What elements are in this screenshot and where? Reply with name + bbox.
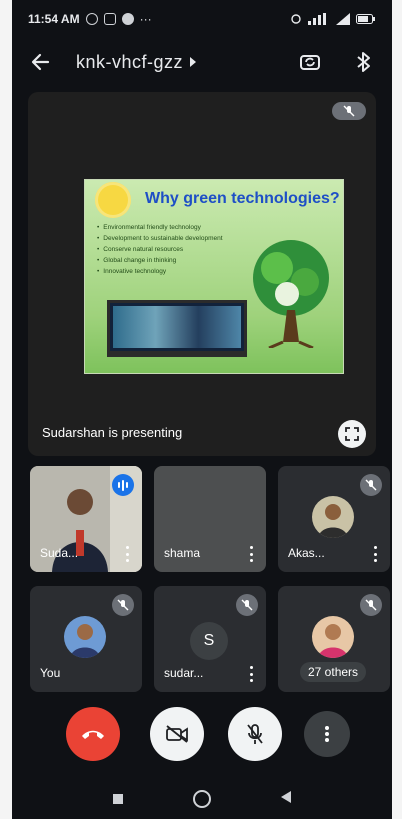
back-button[interactable] [26, 48, 54, 76]
system-nav-bar [12, 780, 392, 818]
more-options-button[interactable] [304, 711, 350, 757]
smiling-sun-icon [95, 182, 131, 218]
chevron-right-icon [190, 57, 197, 67]
mic-off-icon [365, 479, 377, 491]
slide-bullet: Global change in thinking [97, 257, 223, 264]
avatar [312, 616, 354, 658]
bluetooth-icon [357, 52, 370, 72]
participant-name: Suda... [40, 546, 79, 560]
participant-name: Akas... [288, 546, 325, 560]
slide-bullet: Conserve natural resources [97, 246, 223, 253]
clock: 11:54 AM [28, 12, 80, 26]
fullscreen-button[interactable] [338, 420, 366, 448]
slide-bullets: Environmental friendly technology Develo… [97, 224, 223, 279]
instagram-icon [103, 13, 116, 25]
mic-off-icon [247, 724, 263, 744]
participant-name: You [40, 666, 61, 680]
participant-name: shama [164, 546, 201, 560]
mic-off-badge [112, 594, 134, 616]
participant-tile[interactable]: shama [154, 466, 266, 572]
bluetooth-audio-button[interactable] [350, 48, 378, 76]
battery-icon [356, 14, 375, 24]
avatar [312, 496, 354, 538]
slide-bullet: Development to sustainable development [97, 235, 222, 242]
mic-toggle-button[interactable] [228, 707, 282, 761]
triangle-back-icon [281, 791, 291, 803]
participant-name: sudar... [164, 666, 204, 680]
sync-icon [85, 13, 98, 25]
participant-options-button[interactable] [248, 666, 254, 682]
alarm-icon [291, 14, 301, 24]
phone-hangup-icon [82, 730, 104, 739]
call-header: knk-vhcf-gzz [12, 40, 392, 84]
mic-off-icon [241, 599, 253, 611]
status-bar: 11:54 AM ··· [12, 0, 392, 38]
avatar [64, 616, 106, 658]
participant-tile[interactable]: Akas... [278, 466, 390, 572]
slide-title: Why green technologies? [145, 190, 340, 207]
participant-tile[interactable]: S sudar... [154, 586, 266, 692]
globe-tree-illustration [253, 240, 329, 348]
more-vertical-icon [325, 726, 329, 742]
mic-off-badge [360, 594, 382, 616]
arrow-left-icon [31, 53, 50, 71]
presenting-caption: Sudarshan is presenting [42, 425, 183, 440]
meeting-code: knk-vhcf-gzz [76, 51, 184, 72]
call-controls [12, 707, 392, 767]
recents-button[interactable] [113, 794, 123, 804]
presenter-mic-badge [332, 102, 366, 120]
others-tile[interactable]: 27 others [278, 586, 390, 692]
laptop-illustration [107, 300, 247, 357]
participant-options-button[interactable] [248, 546, 254, 562]
mic-off-icon [365, 599, 377, 611]
fullscreen-icon [345, 427, 359, 441]
camera-off-icon [166, 725, 188, 743]
mic-off-badge [360, 474, 382, 496]
camera-toggle-button[interactable] [150, 707, 204, 761]
home-button[interactable] [193, 790, 211, 808]
meeting-info-button[interactable]: knk-vhcf-gzz [76, 52, 197, 73]
meet-call-screen: 11:54 AM ··· knk-vhcf-gzz Why green tech… [12, 0, 392, 819]
mic-off-icon [117, 599, 129, 611]
participant-options-button[interactable] [372, 546, 378, 562]
signal-icon [308, 13, 326, 25]
switch-camera-button[interactable] [296, 48, 324, 76]
participant-tile[interactable]: Suda... [30, 466, 142, 572]
avatar-initial: S [190, 622, 228, 660]
mic-off-badge [236, 594, 258, 616]
participant-tile[interactable]: You [30, 586, 142, 692]
slide-bullet: Innovative technology [97, 268, 223, 275]
switch-camera-icon [300, 55, 320, 70]
others-count-badge: 27 others [300, 662, 367, 682]
presentation-stage[interactable]: Why green technologies? Environmental fr… [28, 92, 376, 456]
participant-options-button[interactable] [124, 546, 130, 562]
overflow-notifications: ··· [139, 12, 152, 26]
speaking-indicator [112, 474, 134, 496]
end-call-button[interactable] [66, 707, 120, 761]
slide-bullet: Environmental friendly technology [97, 224, 223, 231]
mic-off-icon [343, 105, 355, 117]
back-nav-button[interactable] [281, 790, 291, 808]
shared-slide: Why green technologies? Environmental fr… [84, 179, 344, 374]
wifi-signal-icon [336, 13, 350, 25]
app-notification-icon [121, 13, 134, 25]
